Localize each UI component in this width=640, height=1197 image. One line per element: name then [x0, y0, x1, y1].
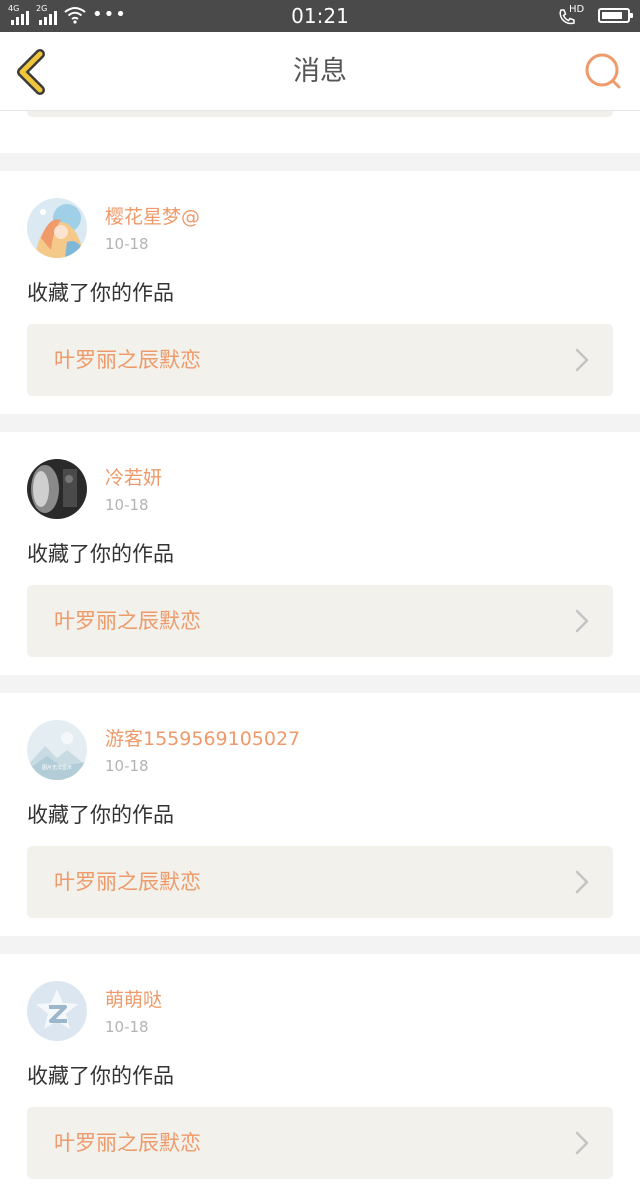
message-date: 10-18	[105, 235, 149, 253]
previous-card-bottom	[0, 111, 640, 153]
search-icon	[585, 53, 621, 89]
message-date: 10-18	[105, 496, 149, 514]
message-card: 萌萌哒 10-18 收藏了你的作品 叶罗丽之辰默恋	[0, 954, 640, 1197]
app-header: 消息	[0, 32, 640, 111]
status-right: HD	[558, 4, 633, 26]
message-action: 收藏了你的作品	[27, 281, 174, 305]
status-time: 01:21	[291, 4, 349, 28]
message-list: 樱花星梦@ 10-18 收藏了你的作品 叶罗丽之辰默恋 冷若妍 10-18 收藏…	[0, 111, 640, 1197]
divider	[0, 153, 640, 171]
work-link[interactable]: 叶罗丽之辰默恋	[27, 846, 613, 918]
chevron-right-icon	[575, 1131, 589, 1155]
message-card: 樱花星梦@ 10-18 收藏了你的作品 叶罗丽之辰默恋	[0, 171, 640, 414]
work-link[interactable]: 叶罗丽之辰默恋	[27, 585, 613, 657]
dark-photo-avatar-icon	[27, 459, 87, 519]
status-bar: 4G 2G ••• 01:21 HD	[0, 0, 640, 32]
message-date: 10-18	[105, 1018, 149, 1036]
message-date: 10-18	[105, 757, 149, 775]
username[interactable]: 冷若妍	[105, 467, 162, 489]
message-action: 收藏了你的作品	[27, 1064, 174, 1088]
placeholder-image-avatar-icon	[27, 720, 87, 780]
page-title: 消息	[293, 56, 347, 87]
avatar[interactable]	[27, 198, 87, 258]
message-card: 图片无法显示 游客1559569105027 10-18 收藏了你的作品 叶罗丽…	[0, 693, 640, 936]
previous-work-link-edge[interactable]	[27, 111, 613, 117]
work-title: 叶罗丽之辰默恋	[54, 1131, 201, 1155]
search-button[interactable]	[582, 50, 626, 94]
work-title: 叶罗丽之辰默恋	[54, 348, 201, 372]
message-card: 冷若妍 10-18 收藏了你的作品 叶罗丽之辰默恋	[0, 432, 640, 675]
chevron-right-icon	[575, 870, 589, 894]
message-action: 收藏了你的作品	[27, 803, 174, 827]
divider	[0, 936, 640, 954]
battery-fill	[602, 11, 622, 19]
avatar-caption: 图片无法显示	[41, 765, 72, 771]
hd-call-icon: HD	[558, 4, 584, 26]
work-link[interactable]: 叶罗丽之辰默恋	[27, 324, 613, 396]
divider	[0, 414, 640, 432]
battery-icon	[598, 7, 633, 23]
username[interactable]: 游客1559569105027	[105, 728, 300, 750]
avatar[interactable]: 图片无法显示	[27, 720, 87, 780]
avatar[interactable]	[27, 981, 87, 1041]
message-action: 收藏了你的作品	[27, 542, 174, 566]
anime-girl-avatar-icon	[27, 198, 87, 258]
work-title: 叶罗丽之辰默恋	[54, 609, 201, 633]
work-title: 叶罗丽之辰默恋	[54, 870, 201, 894]
qq-default-avatar-icon	[27, 981, 87, 1041]
work-link[interactable]: 叶罗丽之辰默恋	[27, 1107, 613, 1179]
divider	[0, 675, 640, 693]
hd-label: HD	[569, 4, 585, 15]
chevron-right-icon	[575, 348, 589, 372]
username[interactable]: 萌萌哒	[105, 989, 162, 1011]
chevron-right-icon	[575, 609, 589, 633]
avatar[interactable]	[27, 459, 87, 519]
username[interactable]: 樱花星梦@	[105, 206, 200, 228]
